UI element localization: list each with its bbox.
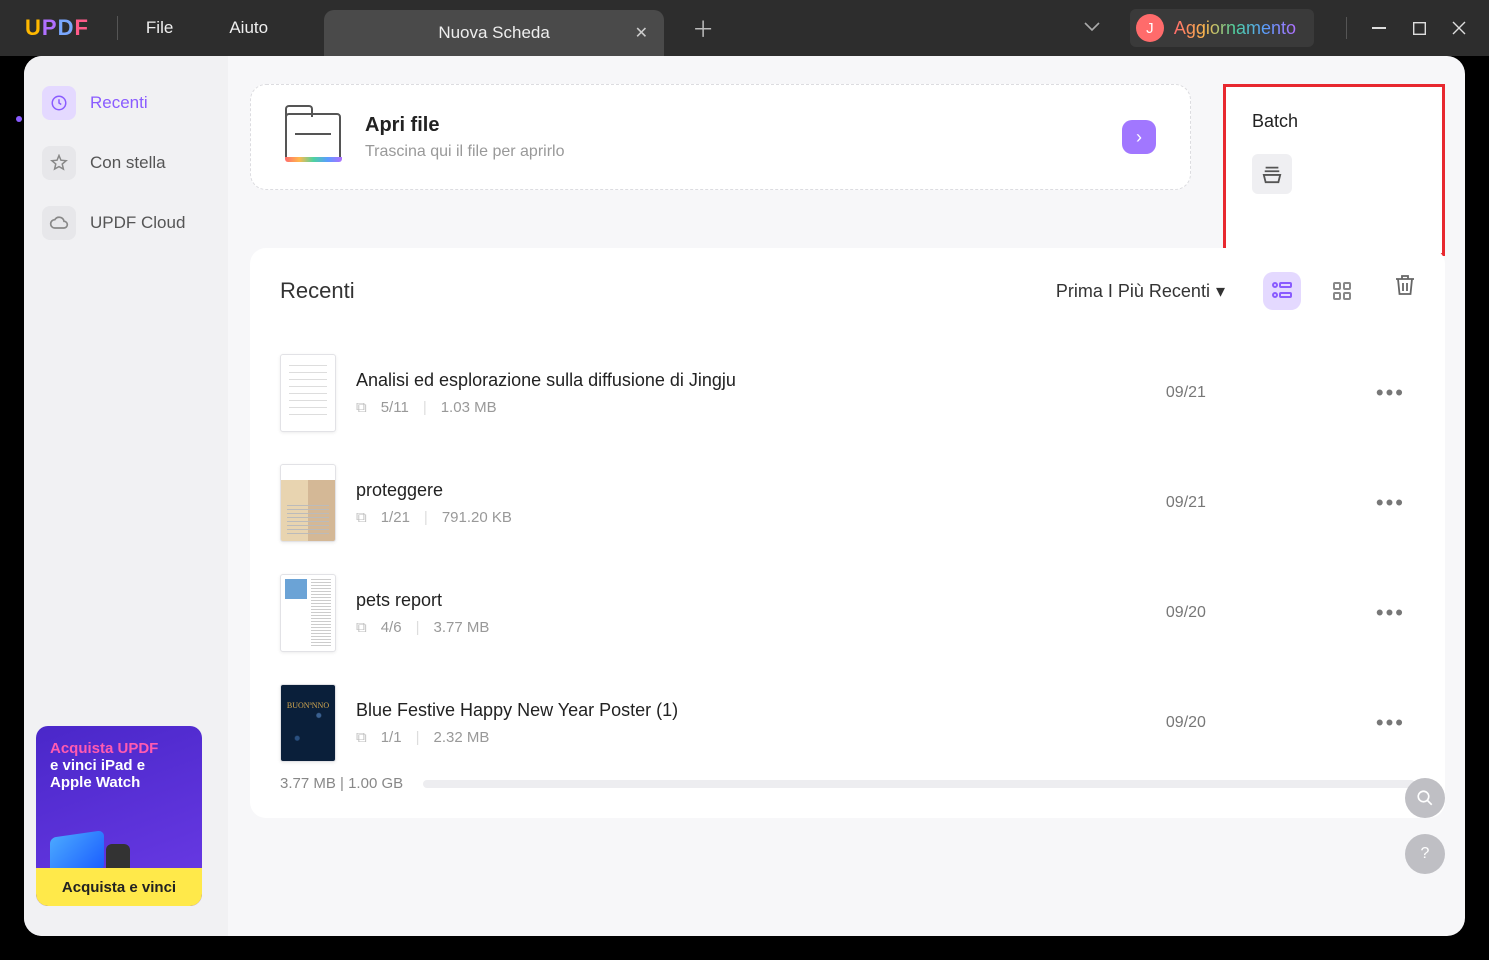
storage-bar [423,780,1415,788]
file-size: 791.20 KB [442,509,512,526]
promo-line: e vinci iPad e [50,757,188,774]
batch-card[interactable]: Batch [1223,84,1445,256]
sort-dropdown[interactable]: Prima I Più Recenti ▾ [1056,281,1225,302]
menu-help[interactable]: Aiuto [229,18,268,38]
cloud-icon [42,206,76,240]
file-name: proteggere [356,480,1146,501]
list-view-button[interactable] [1263,272,1301,310]
file-name: Analisi ed esplorazione sulla diffusione… [356,370,1146,391]
promo-line: Acquista UPDF [50,740,188,757]
file-pages: 1/21 [381,509,410,526]
recent-title: Recenti [280,278,355,304]
more-icon[interactable]: ••• [1366,710,1415,736]
chevron-down-icon: ▾ [1216,281,1225,302]
file-size: 2.32 MB [433,729,489,746]
app-logo: UPDF [25,15,89,41]
title-bar: UPDF File Aiuto Nuova Scheda ✕ ＋ J Aggio… [0,0,1489,56]
file-name: Blue Festive Happy New Year Poster (1) [356,700,1146,721]
file-row[interactable]: Analisi ed esplorazione sulla diffusione… [280,338,1415,448]
sidebar: Recenti Con stella UPDF Cloud Acquista U… [24,56,228,936]
clock-icon [42,86,76,120]
file-size: 3.77 MB [433,619,489,636]
trash-button[interactable] [1395,274,1415,301]
maximize-button[interactable] [1399,8,1439,48]
more-icon[interactable]: ••• [1366,380,1415,406]
file-date: 09/21 [1166,384,1346,402]
chevron-down-icon[interactable] [1084,19,1100,37]
sidebar-item-recent[interactable]: Recenti [36,86,148,120]
dropzone-title: Apri file [365,114,1098,137]
close-icon[interactable]: ✕ [635,23,648,43]
batch-icon [1252,154,1292,194]
pages-icon: ⧉ [356,729,367,746]
sidebar-item-cloud[interactable]: UPDF Cloud [36,206,185,240]
update-button[interactable]: J Aggiornamento [1130,9,1314,47]
search-fab[interactable] [1405,778,1445,818]
pages-icon: ⧉ [356,619,367,636]
more-icon[interactable]: ••• [1366,600,1415,626]
close-button[interactable] [1439,8,1479,48]
tab-title: Nuova Scheda [438,23,550,43]
separator [117,16,118,40]
storage-text: 3.77 MB | 1.00 GB [280,775,403,792]
sidebar-item-label: Con stella [90,153,166,173]
star-icon [42,146,76,180]
recent-panel: Recenti Prima I Più Recenti ▾ Analisi ed… [250,248,1445,818]
promo-line: Apple Watch [50,774,188,791]
avatar: J [1136,14,1164,42]
batch-title: Batch [1252,111,1416,132]
file-row[interactable]: Blue Festive Happy New Year Poster (1) ⧉… [280,668,1415,778]
menu-file[interactable]: File [146,18,173,38]
file-thumbnail [280,684,336,762]
file-date: 09/20 [1166,604,1346,622]
file-pages: 5/11 [381,399,409,416]
file-thumbnail [280,464,336,542]
indicator-dot [16,116,22,122]
sidebar-item-starred[interactable]: Con stella [36,146,166,180]
pages-icon: ⧉ [356,509,367,526]
dropzone-subtitle: Trascina qui il file per aprirlo [365,143,1098,161]
file-date: 09/20 [1166,714,1346,732]
file-size: 1.03 MB [441,399,497,416]
file-row[interactable]: pets report ⧉ 4/6 | 3.77 MB 09/20 ••• [280,558,1415,668]
promo-button[interactable]: Acquista e vinci [36,868,202,906]
file-thumbnail [280,574,336,652]
sidebar-item-label: Recenti [90,93,148,113]
promo-card[interactable]: Acquista UPDF e vinci iPad e Apple Watch… [36,726,202,906]
pages-icon: ⧉ [356,399,367,416]
tab-new[interactable]: Nuova Scheda ✕ [324,10,664,56]
open-file-button[interactable]: › [1122,120,1156,154]
sort-label: Prima I Più Recenti [1056,281,1210,302]
file-thumbnail [280,354,336,432]
new-tab-button[interactable]: ＋ [692,12,714,44]
open-file-dropzone[interactable]: Apri file Trascina qui il file per aprir… [250,84,1191,190]
more-icon[interactable]: ••• [1366,490,1415,516]
file-name: pets report [356,590,1146,611]
minimize-button[interactable] [1359,8,1399,48]
separator [1346,17,1347,39]
grid-view-button[interactable] [1323,272,1361,310]
help-fab[interactable]: ? [1405,834,1445,874]
sidebar-item-label: UPDF Cloud [90,213,185,233]
main-content: Apri file Trascina qui il file per aprir… [228,56,1465,936]
update-label: Aggiornamento [1174,18,1296,39]
file-date: 09/21 [1166,494,1346,512]
file-pages: 1/1 [381,729,402,746]
folder-icon [285,113,341,161]
file-pages: 4/6 [381,619,402,636]
file-row[interactable]: proteggere ⧉ 1/21 | 791.20 KB 09/21 ••• [280,448,1415,558]
